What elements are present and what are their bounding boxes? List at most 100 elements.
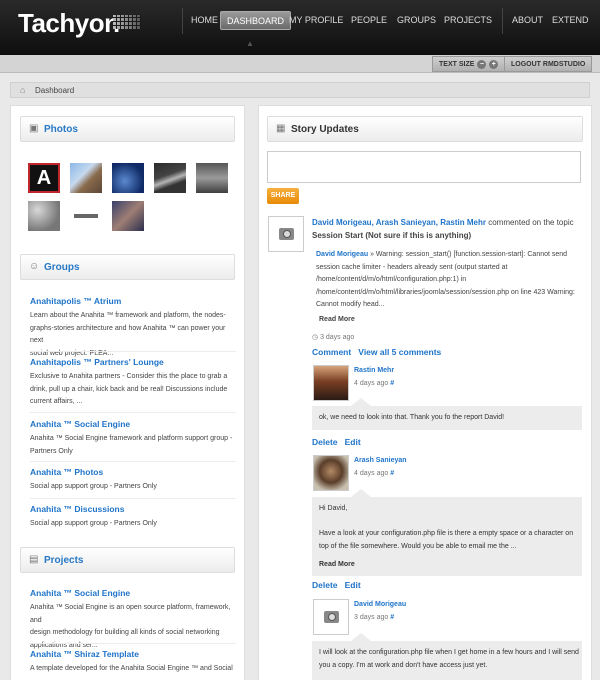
- story-actions: Comment View all 5 comments: [312, 347, 441, 357]
- group-description: Social app support group - Partners Only: [30, 483, 157, 490]
- people-icon: ☺: [29, 261, 40, 272]
- nav-home[interactable]: HOME: [185, 11, 224, 30]
- delete-comment-link[interactable]: Delete: [312, 580, 338, 590]
- nav-divider: [182, 8, 183, 34]
- photos-title[interactable]: Photos: [44, 124, 78, 135]
- breadcrumb: ⌂ Dashboard: [10, 82, 590, 98]
- text-size-label: TEXT SIZE: [439, 61, 475, 68]
- commenter-name[interactable]: Arash Sanieyan: [354, 457, 407, 464]
- group-description: Learn about the Anahita ™ framework and …: [30, 312, 226, 357]
- divider: [30, 498, 236, 499]
- status-input[interactable]: [267, 151, 581, 183]
- commenter-name[interactable]: David Morigeau: [354, 601, 406, 608]
- divider: [30, 412, 236, 413]
- permalink-icon[interactable]: #: [390, 470, 394, 477]
- groups-title[interactable]: Groups: [44, 262, 80, 273]
- text-smaller-button[interactable]: −: [477, 59, 487, 69]
- camera-icon: [324, 611, 339, 623]
- projects-header: ▤ Projects: [20, 547, 235, 573]
- comment-text: ok, we need to look into that. Thank you…: [319, 414, 505, 421]
- group-title[interactable]: Anahitapolis ™ Partners' Lounge: [30, 357, 164, 367]
- divider: [30, 643, 236, 644]
- photo-thumbnail[interactable]: [70, 163, 102, 193]
- left-sidebar: ▣ Photos A ☺ Groups Anahitapolis ™ Atriu…: [10, 105, 245, 680]
- nav-about[interactable]: ABOUT: [506, 11, 549, 30]
- nav-groups[interactable]: GROUPS: [391, 11, 442, 30]
- commenter-name[interactable]: Rastin Mehr: [354, 367, 394, 374]
- story-timestamp: ◷ 3 days ago: [312, 334, 355, 341]
- text-larger-button[interactable]: +: [489, 59, 499, 69]
- nav-my-profile[interactable]: MY PROFILE: [283, 11, 349, 30]
- photo-thumbnail[interactable]: [112, 163, 144, 193]
- photo-thumbnail[interactable]: [154, 163, 186, 193]
- view-all-comments-link[interactable]: View all 5 comments: [358, 347, 441, 357]
- edit-comment-link[interactable]: Edit: [345, 580, 361, 590]
- camera-icon: [279, 228, 294, 240]
- story-verb: commented on the topic: [485, 218, 574, 227]
- comment-text: Hi David, Have a look at your configurat…: [319, 505, 574, 550]
- nav-divider: [502, 8, 503, 34]
- permalink-icon[interactable]: #: [390, 614, 394, 621]
- group-title[interactable]: Anahita ™ Photos: [30, 467, 103, 477]
- group-title[interactable]: Anahita ™ Discussions: [30, 504, 124, 514]
- story-actors[interactable]: David Morigeau, Arash Sanieyan, Rastin M…: [312, 218, 486, 227]
- photo-thumbnail[interactable]: A: [28, 163, 60, 193]
- group-description: Anahita ™ Social Engine framework and pl…: [30, 435, 233, 455]
- story-updates-header: ▦ Story Updates: [267, 116, 583, 142]
- group-description: Exclusive to Anahita partners - Consider…: [30, 373, 228, 405]
- nav-projects[interactable]: PROJECTS: [438, 11, 498, 30]
- comment-timestamp: 4 days ago #: [354, 380, 395, 387]
- story-summary: David Morigeau, Arash Sanieyan, Rastin M…: [312, 216, 587, 229]
- nav-people[interactable]: PEOPLE: [345, 11, 393, 30]
- share-button[interactable]: SHARE: [267, 188, 299, 204]
- logout-button[interactable]: LOGOUT RMDSTUDIO: [504, 56, 593, 72]
- avatar[interactable]: [268, 216, 304, 252]
- folder-icon: ▤: [29, 554, 39, 565]
- comment-bubble: I will look at the configuration.php fil…: [312, 641, 582, 680]
- comment-link[interactable]: Comment: [312, 347, 351, 357]
- projects-title[interactable]: Projects: [44, 555, 83, 566]
- delete-comment-link[interactable]: Delete: [312, 437, 338, 447]
- site-logo[interactable]: Tachyon: [18, 8, 120, 39]
- comment-actions: Delete Edit: [312, 580, 361, 590]
- comment-pointer: [351, 633, 371, 641]
- story-topic-link[interactable]: Session Start (Not sure if this is anyth…: [312, 229, 471, 242]
- home-icon[interactable]: ⌂: [20, 86, 29, 95]
- comment-bubble: Hi David, Have a look at your configurat…: [312, 497, 582, 576]
- commenter-avatar[interactable]: [313, 455, 349, 491]
- quote-author[interactable]: David Morigeau: [316, 251, 368, 258]
- commenter-avatar[interactable]: [313, 599, 349, 635]
- project-description: Anahita ™ Social Engine is an open sourc…: [30, 604, 231, 649]
- group-title[interactable]: Anahitapolis ™ Atrium: [30, 296, 121, 306]
- active-nav-arrow-icon: ▲: [246, 39, 254, 48]
- nav-extend[interactable]: EXTEND: [546, 11, 595, 30]
- breadcrumb-item-dashboard[interactable]: Dashboard: [35, 86, 74, 95]
- photo-thumbnail[interactable]: [196, 163, 228, 193]
- permalink-icon[interactable]: #: [390, 380, 394, 387]
- photo-thumbnail[interactable]: [28, 201, 60, 231]
- comment-bubble: ok, we need to look into that. Thank you…: [312, 406, 582, 430]
- group-title[interactable]: Anahita ™ Social Engine: [30, 419, 130, 429]
- read-more-link[interactable]: Read More: [319, 559, 355, 572]
- divider: [30, 461, 236, 462]
- comment-timestamp: 3 days ago #: [354, 614, 395, 621]
- clock-icon: ◷: [312, 334, 321, 341]
- group-description: Social app support group - Partners Only: [30, 520, 157, 527]
- photo-thumbnail[interactable]: [70, 201, 102, 231]
- logo-mark-icon: [113, 15, 141, 29]
- comment-actions: Delete Edit: [312, 437, 361, 447]
- story-updates-title: Story Updates: [291, 124, 359, 135]
- project-title[interactable]: Anahita ™ Social Engine: [30, 588, 130, 598]
- comment-pointer: [351, 489, 371, 497]
- photo-thumbnail[interactable]: [112, 201, 144, 231]
- comment-text: I will look at the configuration.php fil…: [319, 649, 579, 669]
- read-more-link[interactable]: Read More: [319, 314, 355, 327]
- comment-pointer: [351, 398, 371, 406]
- project-title[interactable]: Anahita ™ Shiraz Template: [30, 649, 139, 659]
- photos-header: ▣ Photos: [20, 116, 235, 142]
- commenter-avatar[interactable]: [313, 365, 349, 401]
- text-size-control: TEXT SIZE − +: [432, 56, 506, 72]
- nav-dashboard[interactable]: DASHBOARD: [220, 11, 292, 30]
- project-description: A template developed for the Anahita Soc…: [30, 665, 233, 672]
- edit-comment-link[interactable]: Edit: [345, 437, 361, 447]
